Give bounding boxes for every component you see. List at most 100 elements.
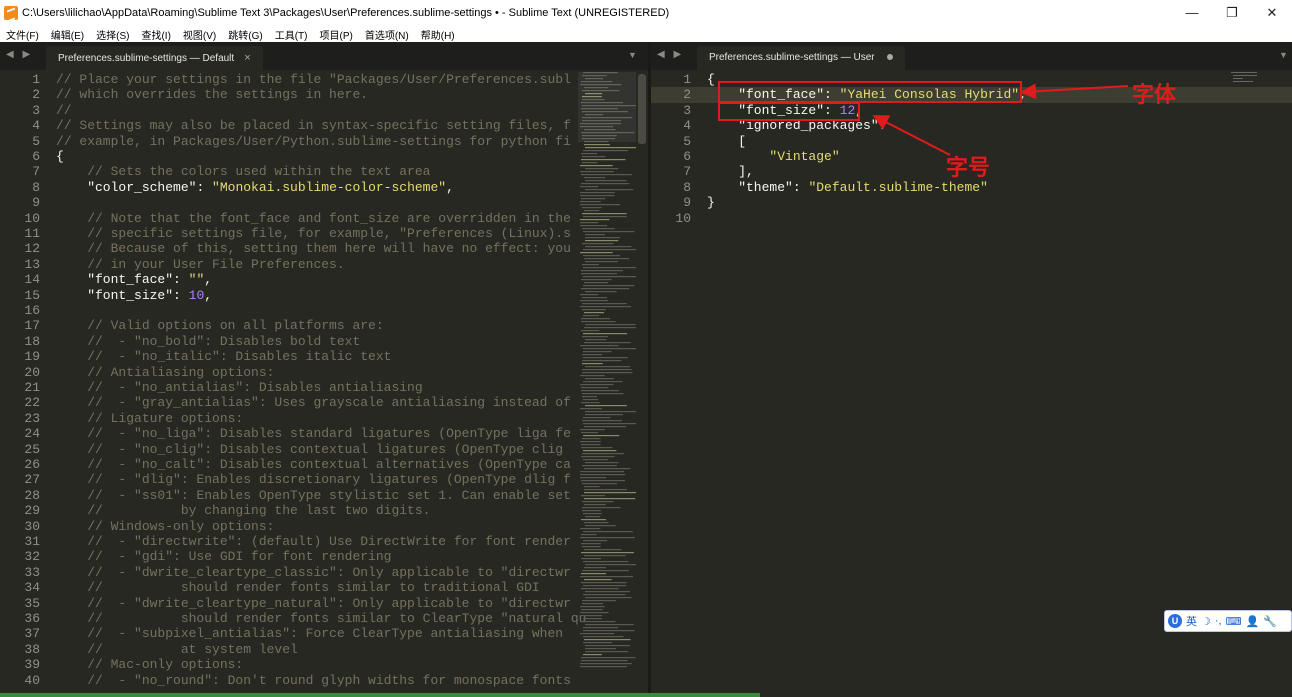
code-line[interactable]: } — [707, 195, 715, 210]
line-number[interactable]: 8 — [0, 180, 40, 195]
code-line[interactable]: // - "no_bold": Disables bold text — [56, 334, 360, 349]
menu-project[interactable]: 项目(P) — [320, 27, 353, 42]
line-number[interactable]: 37 — [0, 626, 40, 641]
line-number[interactable]: 27 — [0, 472, 40, 487]
code-line[interactable]: // - "directwrite": (default) Use Direct… — [56, 534, 571, 549]
right-tab-dropdown-icon[interactable]: ▼ — [1279, 50, 1288, 60]
menu-file[interactable]: 文件(F) — [6, 27, 39, 42]
menu-edit[interactable]: 编辑(E) — [51, 27, 84, 42]
code-line[interactable]: // Ligature options: — [56, 411, 243, 426]
line-number[interactable]: 7 — [651, 164, 691, 179]
line-number[interactable]: 16 — [0, 303, 40, 318]
line-number[interactable]: 12 — [0, 241, 40, 256]
code-line[interactable]: // - "dwrite_cleartype_classic": Only ap… — [56, 565, 571, 580]
line-number[interactable]: 4 — [651, 118, 691, 133]
line-number[interactable]: 28 — [0, 488, 40, 503]
code-line[interactable]: // Valid options on all platforms are: — [56, 318, 383, 333]
line-number[interactable]: 5 — [0, 134, 40, 149]
code-line[interactable]: "font_size": 10, — [56, 288, 212, 303]
ime-mode-toggle[interactable]: 英 — [1186, 613, 1197, 629]
code-line[interactable]: // - "dlig": Enables discretionary ligat… — [56, 472, 571, 487]
code-line[interactable]: // in your User File Preferences. — [56, 257, 344, 272]
line-number[interactable]: 25 — [0, 442, 40, 457]
code-line[interactable]: // - "ss01": Enables OpenType stylistic … — [56, 488, 571, 503]
line-number[interactable]: 30 — [0, 519, 40, 534]
code-line[interactable]: // - "no_round": Don't round glyph width… — [56, 673, 571, 688]
menu-selection[interactable]: 选择(S) — [96, 27, 129, 42]
code-line[interactable]: // - "no_italic": Disables italic text — [56, 349, 391, 364]
line-number[interactable]: 3 — [0, 103, 40, 118]
line-number[interactable]: 11 — [0, 226, 40, 241]
ime-punctuation-icon[interactable]: ·, — [1215, 615, 1222, 627]
line-number[interactable]: 2 — [651, 87, 691, 102]
ime-moon-icon[interactable]: ☽ — [1201, 615, 1211, 628]
ime-keyboard-icon[interactable]: ⌨ — [1226, 615, 1242, 628]
line-number[interactable]: 18 — [0, 334, 40, 349]
line-number[interactable]: 15 — [0, 288, 40, 303]
ime-toolbar[interactable]: U 英 ☽ ·, ⌨ 👤 🔧 — [1164, 610, 1292, 632]
code-line[interactable]: // which overrides the settings in here. — [56, 87, 368, 102]
line-number[interactable]: 10 — [651, 211, 691, 226]
code-line[interactable]: // specific settings file, for example, … — [56, 226, 571, 241]
line-number[interactable]: 6 — [0, 149, 40, 164]
code-line[interactable]: // Sets the colors used within the text … — [56, 164, 430, 179]
code-line[interactable]: "font_face": "", — [56, 272, 212, 287]
line-number[interactable]: 39 — [0, 657, 40, 672]
menu-view[interactable]: 视图(V) — [183, 27, 216, 42]
ime-logo-icon[interactable]: U — [1168, 614, 1182, 628]
line-number[interactable]: 32 — [0, 549, 40, 564]
right-minimap[interactable] — [1231, 72, 1261, 86]
line-number[interactable]: 22 — [0, 395, 40, 410]
tab-user-settings[interactable]: Preferences.sublime-settings — User — [697, 46, 905, 70]
left-code-editor[interactable]: 1 // Place your settings in the file "Pac… — [0, 70, 648, 697]
code-line[interactable]: "color_scheme": "Monokai.sublime-color-s… — [56, 180, 454, 195]
line-number[interactable]: 21 — [0, 380, 40, 395]
code-line[interactable]: // - "no_antialias": Disables antialiasi… — [56, 380, 422, 395]
code-line[interactable]: // — [56, 103, 72, 118]
line-number[interactable]: 2 — [0, 87, 40, 102]
code-line[interactable]: // - "no_liga": Disables standard ligatu… — [56, 426, 571, 441]
code-line[interactable]: // Antialiasing options: — [56, 365, 274, 380]
code-line[interactable]: "Vintage" — [707, 149, 839, 164]
line-number[interactable]: 14 — [0, 272, 40, 287]
line-number[interactable]: 3 — [651, 103, 691, 118]
code-line[interactable]: // Because of this, setting them here wi… — [56, 241, 571, 256]
line-number[interactable]: 35 — [0, 596, 40, 611]
line-number[interactable]: 10 — [0, 211, 40, 226]
line-number[interactable]: 29 — [0, 503, 40, 518]
minimize-button[interactable]: — — [1172, 0, 1212, 26]
line-number[interactable]: 24 — [0, 426, 40, 441]
code-line[interactable]: "theme": "Default.sublime-theme" — [707, 180, 988, 195]
code-line[interactable]: // - "gdi": Use GDI for font rendering — [56, 549, 391, 564]
code-line[interactable]: // - "dwrite_cleartype_natural": Only ap… — [56, 596, 571, 611]
menu-tools[interactable]: 工具(T) — [275, 27, 308, 42]
line-number[interactable]: 6 — [651, 149, 691, 164]
code-line[interactable]: // should render fonts similar to ClearT… — [56, 611, 586, 626]
ime-settings-icon[interactable]: 🔧 — [1263, 615, 1277, 628]
unsaved-dot-icon[interactable] — [886, 54, 893, 61]
ime-user-icon[interactable]: 👤 — [1246, 615, 1260, 628]
menu-preferences[interactable]: 首选项(N) — [365, 27, 409, 42]
line-number[interactable]: 19 — [0, 349, 40, 364]
code-line[interactable]: // - "subpixel_antialias": Force ClearTy… — [56, 626, 563, 641]
code-line[interactable]: { — [56, 149, 64, 164]
line-number[interactable]: 8 — [651, 180, 691, 195]
line-number[interactable]: 4 — [0, 118, 40, 133]
line-number[interactable]: 9 — [651, 195, 691, 210]
left-scrollbar[interactable] — [638, 74, 646, 144]
code-line[interactable]: // - "gray_antialias": Uses grayscale an… — [56, 395, 571, 410]
code-line[interactable]: // Settings may also be placed in syntax… — [56, 118, 571, 133]
line-number[interactable]: 40 — [0, 673, 40, 688]
code-line[interactable]: // Mac-only options: — [56, 657, 243, 672]
line-number[interactable]: 26 — [0, 457, 40, 472]
line-number[interactable]: 36 — [0, 611, 40, 626]
line-number[interactable]: 23 — [0, 411, 40, 426]
line-number[interactable]: 20 — [0, 365, 40, 380]
line-number[interactable]: 31 — [0, 534, 40, 549]
menu-find[interactable]: 查找(I) — [141, 27, 170, 42]
line-number[interactable]: 13 — [0, 257, 40, 272]
code-line[interactable]: { — [707, 72, 715, 87]
line-number[interactable]: 38 — [0, 642, 40, 657]
line-number[interactable]: 9 — [0, 195, 40, 210]
left-tab-nav-arrows[interactable]: ◀ ▶ — [6, 49, 33, 60]
